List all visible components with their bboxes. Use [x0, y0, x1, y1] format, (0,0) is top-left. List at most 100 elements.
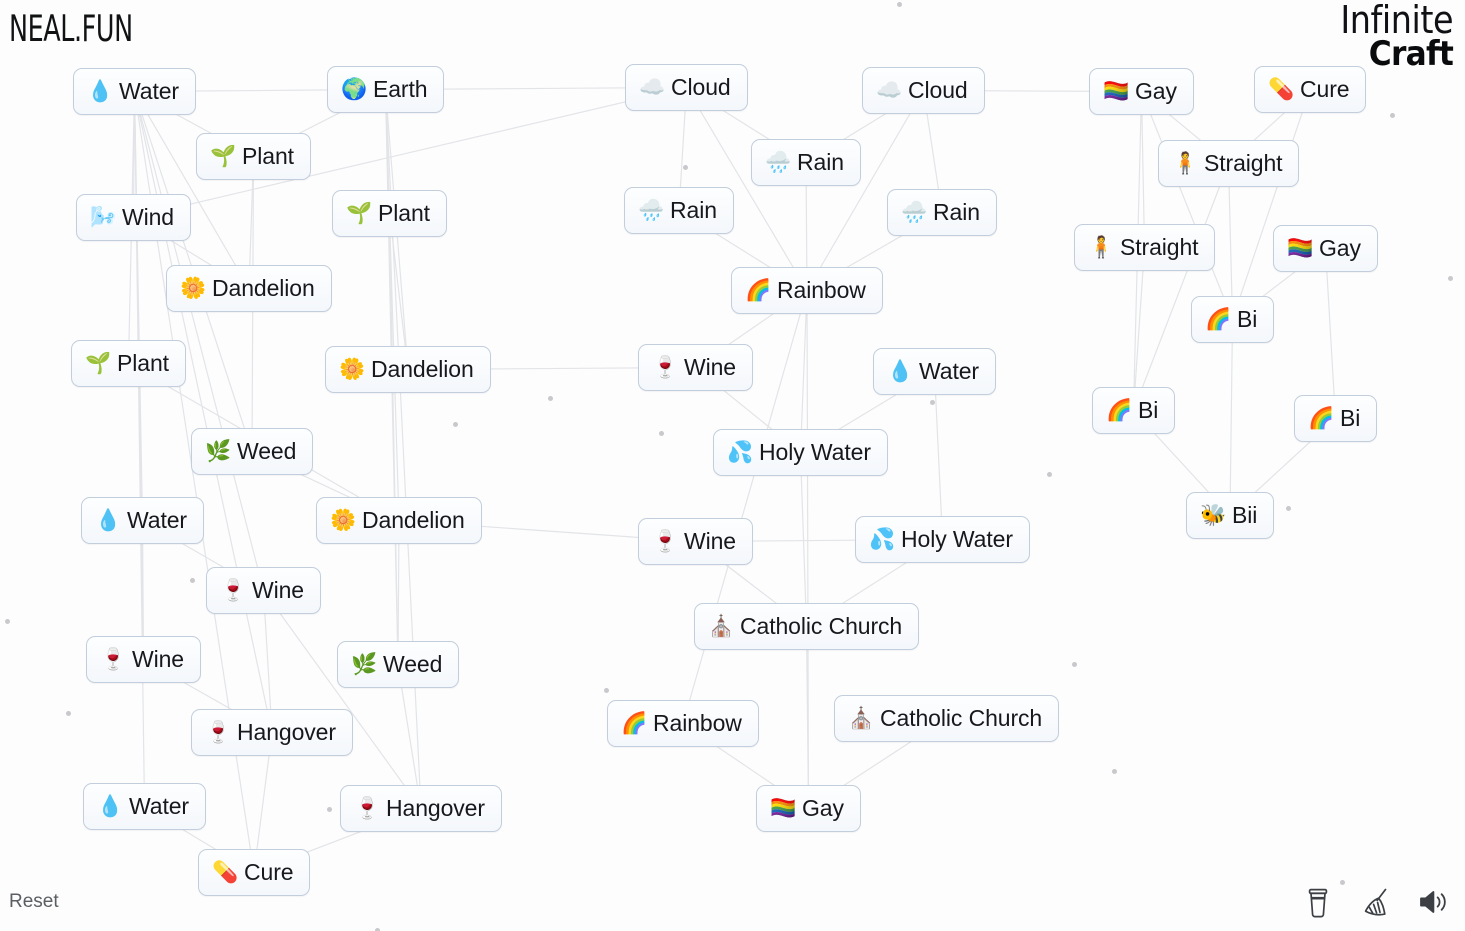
element-card-cure-1[interactable]: 💊 Cure	[1254, 66, 1367, 113]
element-card-bi-1[interactable]: 🌈 Bi	[1191, 296, 1275, 343]
element-card-label: Wind	[122, 204, 175, 230]
rainbow-flag-icon: 🏳️‍🌈	[1287, 236, 1314, 260]
element-card-holy-water-2[interactable]: 💦 Holy Water	[855, 516, 1030, 563]
element-card-label: Rain	[797, 149, 844, 175]
element-card-plant-2[interactable]: 🌱 Plant	[332, 190, 447, 237]
element-card-wine-2[interactable]: 🍷 Wine	[206, 567, 322, 614]
element-card-plant-3[interactable]: 🌱 Plant	[71, 340, 186, 387]
element-card-catholic-church-1[interactable]: ⛪ Catholic Church	[694, 603, 920, 650]
element-card-wine-4[interactable]: 🍷 Wine	[86, 636, 202, 683]
rain-cloud-icon: 🌧️	[765, 150, 792, 174]
connection-line	[133, 91, 144, 521]
broom-icon[interactable]	[1359, 885, 1391, 919]
element-card-dandelion-2[interactable]: 🌼 Dandelion	[325, 346, 491, 393]
connection-line	[1132, 163, 1230, 411]
element-card-label: Water	[127, 507, 187, 533]
element-card-label: Cure	[1300, 76, 1350, 102]
element-card-label: Earth	[373, 76, 428, 102]
element-card-holy-water-1[interactable]: 💦 Holy Water	[713, 429, 888, 476]
speaker-icon[interactable]	[1416, 885, 1448, 919]
element-card-water-4[interactable]: 💧 Water	[83, 783, 206, 830]
element-card-rain-1[interactable]: 🌧️ Rain	[751, 139, 861, 186]
element-card-label: Dandelion	[362, 507, 465, 533]
connection-line	[799, 452, 808, 627]
element-card-label: Dandelion	[371, 356, 474, 382]
element-card-gay-1[interactable]: 🏳️‍🌈 Gay	[1089, 68, 1194, 115]
element-card-label: Water	[129, 793, 189, 819]
element-card-label: Bii	[1232, 502, 1258, 528]
element-card-label: Plant	[378, 200, 430, 226]
cloud-icon: ☁️	[639, 75, 666, 99]
connection-line	[263, 590, 422, 809]
rain-cloud-icon: 🌧️	[638, 198, 665, 222]
element-card-label: Weed	[383, 651, 443, 677]
element-card-rainbow-2[interactable]: 🌈 Rainbow	[607, 700, 759, 747]
reset-button[interactable]: Reset	[9, 891, 59, 913]
element-card-cloud-2[interactable]: ☁️ Cloud	[862, 67, 985, 114]
element-card-water-2[interactable]: 💧 Water	[873, 348, 996, 395]
game-title-line1: Infinite	[1340, 0, 1453, 42]
element-card-rainbow-1[interactable]: 🌈 Rainbow	[731, 267, 883, 314]
element-card-label: Bi	[1340, 405, 1361, 431]
element-card-gay-3[interactable]: 🏳️‍🌈 Gay	[756, 785, 861, 832]
pill-icon: 💊	[212, 860, 239, 884]
wine-glass-icon: 🍷	[220, 578, 247, 602]
element-card-label: Wine	[132, 646, 185, 672]
background-dot	[683, 165, 688, 170]
background-dot	[604, 688, 609, 693]
rainbow-icon: 🌈	[1308, 406, 1335, 430]
background-dot	[66, 711, 71, 716]
element-card-weed-1[interactable]: 🌿 Weed	[191, 428, 314, 475]
element-card-dandelion-3[interactable]: 🌼 Dandelion	[316, 497, 482, 544]
element-card-wind-1[interactable]: 🌬️ Wind	[76, 194, 192, 241]
element-card-bii-1[interactable]: 🐝 Bii	[1186, 492, 1275, 539]
background-dot	[5, 619, 10, 624]
element-card-water-3[interactable]: 💧 Water	[81, 497, 204, 544]
element-card-wine-1[interactable]: 🍷 Wine	[638, 344, 754, 391]
background-dot	[453, 422, 458, 427]
element-card-hangover-1[interactable]: 🍷 Hangover	[191, 709, 353, 756]
wine-glass-icon: 🍷	[354, 796, 381, 820]
element-card-wine-3[interactable]: 🍷 Wine	[638, 518, 754, 565]
element-card-bi-2[interactable]: 🌈 Bi	[1092, 387, 1176, 434]
background-dot	[1390, 113, 1395, 118]
rainbow-icon: 🌈	[1205, 307, 1232, 331]
infinite-craft-board[interactable]: NEAL.FUN Infinite Craft 💧 Water 🌍 Earth ☁️ Cl…	[0, 0, 1465, 931]
connection-line	[806, 290, 810, 809]
element-card-cloud-1[interactable]: ☁️ Cloud	[625, 64, 748, 111]
element-card-label: Water	[919, 358, 979, 384]
herb-icon: 🌿	[351, 652, 378, 676]
element-card-hangover-2[interactable]: 🍷 Hangover	[340, 785, 502, 832]
element-card-straight-1[interactable]: 🧍 Straight	[1158, 140, 1300, 187]
element-card-earth-1[interactable]: 🌍 Earth	[327, 66, 445, 113]
element-card-straight-2[interactable]: 🧍 Straight	[1074, 224, 1216, 271]
background-dot	[897, 2, 902, 7]
background-dot	[1072, 662, 1077, 667]
connection-line	[384, 89, 400, 521]
element-card-label: Wine	[684, 528, 737, 554]
element-card-plant-1[interactable]: 🌱 Plant	[196, 133, 311, 180]
element-card-rain-2[interactable]: 🌧️ Rain	[624, 187, 734, 234]
element-card-bi-3[interactable]: 🌈 Bi	[1294, 395, 1378, 442]
sweat-droplets-icon: 💦	[727, 440, 754, 464]
element-card-weed-2[interactable]: 🌿 Weed	[337, 641, 460, 688]
neal-fun-logo[interactable]: NEAL.FUN	[9, 8, 133, 50]
background-dot	[190, 578, 195, 583]
background-dot	[930, 400, 935, 405]
church-icon: ⛪	[848, 706, 875, 730]
element-card-label: Hangover	[237, 719, 336, 745]
element-card-dandelion-1[interactable]: 🌼 Dandelion	[166, 265, 332, 312]
coffee-cup-icon[interactable]	[1302, 885, 1334, 919]
background-dot	[1286, 506, 1291, 511]
element-card-water-1[interactable]: 💧 Water	[73, 68, 196, 115]
pill-icon: 💊	[1268, 77, 1295, 101]
water-drop-icon: 💧	[87, 79, 114, 103]
element-card-gay-2[interactable]: 🏳️‍🌈 Gay	[1273, 225, 1378, 272]
tool-icon-bar	[1302, 885, 1448, 919]
element-card-catholic-church-2[interactable]: ⛪ Catholic Church	[834, 695, 1060, 742]
element-card-label: Gay	[1319, 235, 1361, 261]
element-card-label: Bi	[1237, 306, 1258, 332]
element-card-rain-3[interactable]: 🌧️ Rain	[887, 189, 997, 236]
element-card-label: Bi	[1138, 397, 1159, 423]
element-card-cure-2[interactable]: 💊 Cure	[198, 849, 311, 896]
